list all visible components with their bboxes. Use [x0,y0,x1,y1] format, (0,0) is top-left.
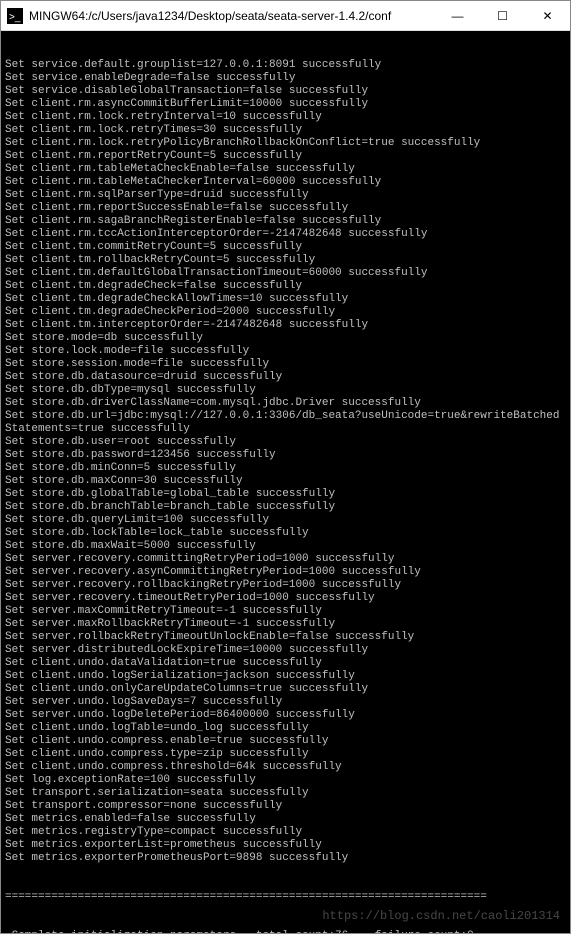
output-line: Set metrics.enabled=false successfully [5,813,566,826]
output-line: Set client.tm.degradeCheckPeriod=2000 su… [5,306,566,319]
output-line: Set client.rm.sqlParserType=druid succes… [5,189,566,202]
terminal-window: >_ MINGW64:/c/Users/java1234/Desktop/sea… [0,0,571,934]
app-icon: >_ [7,8,23,24]
output-line: Set server.recovery.timeoutRetryPeriod=1… [5,592,566,605]
minimize-button[interactable]: — [435,1,480,31]
maximize-button[interactable]: ☐ [480,1,525,31]
output-line: Set client.tm.commitRetryCount=5 success… [5,241,566,254]
output-line: Set client.rm.tableMetaCheckerInterval=6… [5,176,566,189]
output-line: Set client.tm.degradeCheckAllowTimes=10 … [5,293,566,306]
output-line: Set store.db.password=123456 successfull… [5,449,566,462]
terminal-output[interactable]: Set service.default.grouplist=127.0.0.1:… [1,31,570,933]
output-line: Set server.recovery.asynCommittingRetryP… [5,566,566,579]
output-line: Set server.maxCommitRetryTimeout=-1 succ… [5,605,566,618]
output-line: Set client.tm.defaultGlobalTransactionTi… [5,267,566,280]
window-controls: — ☐ ✕ [435,1,570,31]
output-line: Set store.db.globalTable=global_table su… [5,488,566,501]
output-line: Set client.rm.asyncCommitBufferLimit=100… [5,98,566,111]
watermark: https://blog.csdn.net/caoli201314 [322,910,560,923]
output-line: Set server.undo.logSaveDays=7 successful… [5,696,566,709]
output-line: Set client.rm.lock.retryInterval=10 succ… [5,111,566,124]
output-line: Set store.db.branchTable=branch_table su… [5,501,566,514]
output-line: Set service.disableGlobalTransaction=fal… [5,85,566,98]
output-line: Set transport.compressor=none successful… [5,800,566,813]
output-line: Set metrics.exporterList=prometheus succ… [5,839,566,852]
output-line: Set client.rm.lock.retryTimes=30 success… [5,124,566,137]
output-line: Set server.recovery.committingRetryPerio… [5,553,566,566]
summary-line: Complete initialization parameters, tota… [5,930,566,933]
output-line: Set server.maxRollbackRetryTimeout=-1 su… [5,618,566,631]
output-line: Set client.rm.reportRetryCount=5 success… [5,150,566,163]
output-line: Set server.undo.logDeletePeriod=86400000… [5,709,566,722]
output-line: Set client.tm.degradeCheck=false success… [5,280,566,293]
output-line: Set client.rm.lock.retryPolicyBranchRoll… [5,137,566,150]
output-line: Set client.tm.interceptorOrder=-21474826… [5,319,566,332]
output-line: Set store.db.datasource=druid successful… [5,371,566,384]
output-line: Set store.mode=db successfully [5,332,566,345]
output-line: Set server.rollbackRetryTimeoutUnlockEna… [5,631,566,644]
output-line: Set client.rm.reportSuccessEnable=false … [5,202,566,215]
output-line: Set store.session.mode=file successfully [5,358,566,371]
output-line: Set log.exceptionRate=100 successfully [5,774,566,787]
output-line: Set client.rm.sagaBranchRegisterEnable=f… [5,215,566,228]
output-line: Set store.lock.mode=file successfully [5,345,566,358]
output-line: Set service.default.grouplist=127.0.0.1:… [5,59,566,72]
output-line: Set client.undo.compress.enable=true suc… [5,735,566,748]
output-lines: Set service.default.grouplist=127.0.0.1:… [5,59,566,865]
output-line: Set client.undo.compress.type=zip succes… [5,748,566,761]
output-line: Set client.tm.rollbackRetryCount=5 succe… [5,254,566,267]
output-line: Set client.rm.tableMetaCheckEnable=false… [5,163,566,176]
close-button[interactable]: ✕ [525,1,570,31]
svg-text:>_: >_ [9,12,21,23]
output-line: Set store.db.user=root successfully [5,436,566,449]
output-line: Set store.db.queryLimit=100 successfully [5,514,566,527]
output-line: Set store.db.maxConn=30 successfully [5,475,566,488]
output-line: Set store.db.maxWait=5000 successfully [5,540,566,553]
output-line: Set service.enableDegrade=false successf… [5,72,566,85]
window-title: MINGW64:/c/Users/java1234/Desktop/seata/… [29,9,435,23]
output-line: Set client.undo.logTable=undo_log succes… [5,722,566,735]
output-line: Set store.db.url=jdbc:mysql://127.0.0.1:… [5,410,566,436]
output-line: Set client.undo.logSerialization=jackson… [5,670,566,683]
output-line: Set store.db.lockTable=lock_table succes… [5,527,566,540]
output-line: Set server.distributedLockExpireTime=100… [5,644,566,657]
output-line: Set client.undo.dataValidation=true succ… [5,657,566,670]
output-line: Set metrics.registryType=compact success… [5,826,566,839]
output-line: Set client.undo.onlyCareUpdateColumns=tr… [5,683,566,696]
output-line: Set client.undo.compress.threshold=64k s… [5,761,566,774]
output-line: Set server.recovery.rollbackingRetryPeri… [5,579,566,592]
separator-line: ========================================… [5,891,566,904]
titlebar[interactable]: >_ MINGW64:/c/Users/java1234/Desktop/sea… [1,1,570,31]
output-line: Set metrics.exporterPrometheusPort=9898 … [5,852,566,865]
output-line: Set store.db.dbType=mysql successfully [5,384,566,397]
output-line: Set store.db.driverClassName=com.mysql.j… [5,397,566,410]
output-line: Set store.db.minConn=5 successfully [5,462,566,475]
output-line: Set transport.serialization=seata succes… [5,787,566,800]
output-line: Set client.rm.tccActionInterceptorOrder=… [5,228,566,241]
